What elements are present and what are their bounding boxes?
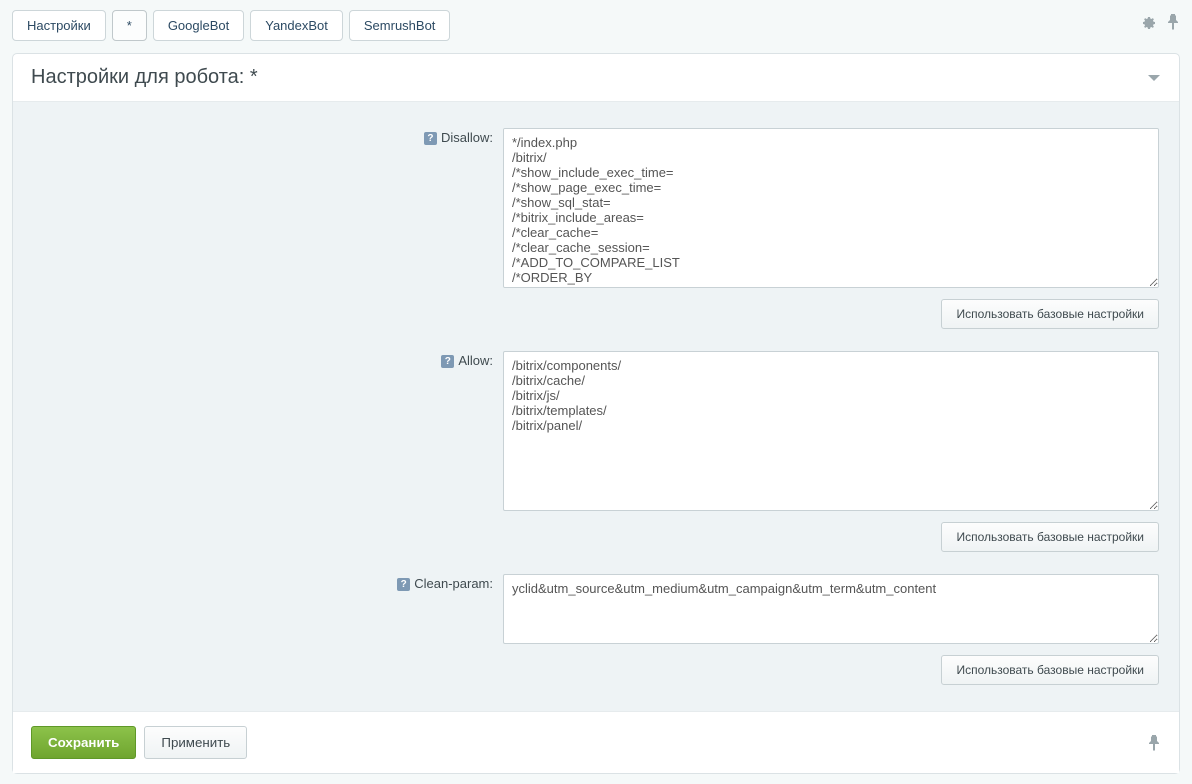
help-icon[interactable]: ? xyxy=(441,355,454,368)
use-base-button[interactable]: Использовать базовые настройки xyxy=(941,299,1159,329)
tab-star[interactable]: * xyxy=(112,10,147,41)
pin-icon[interactable] xyxy=(1166,14,1180,30)
disallow-input[interactable] xyxy=(503,128,1159,288)
settings-panel: Настройки для робота: * ? Disallow: Испол… xyxy=(12,53,1180,774)
collapse-icon[interactable] xyxy=(1147,73,1161,83)
help-icon[interactable]: ? xyxy=(397,578,410,591)
tab-yandexbot[interactable]: YandexBot xyxy=(250,10,343,41)
tabs-bar: Настройки * GoogleBot YandexBot SemrushB… xyxy=(12,10,450,41)
cleanparam-input[interactable] xyxy=(503,574,1159,644)
use-base-button[interactable]: Использовать базовые настройки xyxy=(941,522,1159,552)
panel-title: Настройки для робота: * xyxy=(31,66,258,89)
allow-input[interactable] xyxy=(503,351,1159,511)
help-icon[interactable]: ? xyxy=(424,132,437,145)
allow-label: Allow: xyxy=(458,353,493,368)
cleanparam-label: Clean-param: xyxy=(414,576,493,591)
tab-googlebot[interactable]: GoogleBot xyxy=(153,10,244,41)
apply-button[interactable]: Применить xyxy=(144,726,247,759)
gear-icon[interactable] xyxy=(1140,14,1156,30)
disallow-label: Disallow: xyxy=(441,130,493,145)
tab-settings[interactable]: Настройки xyxy=(12,10,106,41)
use-base-button[interactable]: Использовать базовые настройки xyxy=(941,655,1159,685)
tab-semrushbot[interactable]: SemrushBot xyxy=(349,10,451,41)
pin-icon[interactable] xyxy=(1147,735,1161,751)
save-button[interactable]: Сохранить xyxy=(31,726,136,759)
